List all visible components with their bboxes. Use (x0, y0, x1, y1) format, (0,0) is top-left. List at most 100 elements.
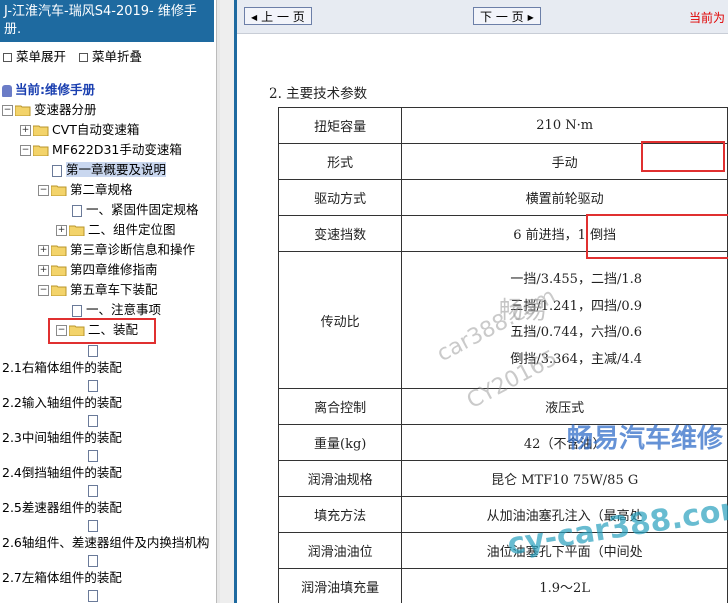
table-row: 润滑油规格 昆仑 MTF10 75W/85 G (277, 460, 728, 497)
document-icon-row[interactable] (88, 481, 102, 499)
param-label: 重量(kg) (277, 424, 403, 461)
param-label: 离合控制 (277, 388, 403, 425)
table-row: 驱动方式 横置前轮驱动 (277, 179, 728, 216)
table-row: 填充方法 从加油油塞孔注入（最高处 (277, 496, 728, 533)
pane-gutter (220, 0, 234, 603)
expand-icon[interactable]: + (38, 265, 49, 276)
param-label: 传动比 (277, 251, 403, 389)
square-bullet-icon (79, 52, 88, 62)
tree-node-s5[interactable]: 2.5差速器组件的装配 (2, 499, 122, 517)
tree-node-s4[interactable]: 2.4倒挡轴组件的装配 (2, 464, 122, 482)
tree-node-chapter4[interactable]: + 第四章维修指南 (38, 261, 158, 279)
current-manual-item[interactable]: 当前:维修手册 (2, 81, 95, 99)
document-icon (88, 519, 98, 532)
document-icon-row[interactable] (88, 586, 102, 603)
menu-expand-link[interactable]: 菜单展开 (0, 49, 66, 64)
param-value: 从加油油塞孔注入（最高处 (401, 496, 728, 533)
tree-node-s1[interactable]: 2.1右箱体组件的装配 (2, 359, 122, 377)
document-icon (88, 449, 98, 462)
document-icon-row[interactable] (88, 516, 102, 534)
tree-node-s2[interactable]: 2.2输入轴组件的装配 (2, 394, 122, 412)
param-value: 昆仑 MTF10 75W/85 G (401, 460, 728, 497)
table-row: 润滑油油位 油位油塞孔下平面（中间处 (277, 532, 728, 569)
param-value: 油位油塞孔下平面（中间处 (401, 532, 728, 569)
folder-icon (69, 225, 85, 236)
param-label: 润滑油填充量 (277, 568, 403, 603)
tree-node-mf622[interactable]: − MF622D31手动变速箱 (20, 141, 182, 159)
param-label: 润滑油规格 (277, 460, 403, 497)
table-row: 传动比 一挡/3.455，二挡/1.8 三挡/1.241，四挡/0.9 五挡/0… (277, 251, 728, 389)
param-value: 液压式 (401, 388, 728, 425)
document-icon-row[interactable] (88, 551, 102, 569)
expand-icon[interactable]: + (38, 245, 49, 256)
table-row: 重量(kg) 42（不含油） (277, 424, 728, 461)
next-page-button[interactable]: 下 一 页 ▶ (473, 7, 541, 25)
expand-icon[interactable]: + (56, 225, 67, 236)
triangle-left-icon: ◀ (251, 13, 258, 22)
folder-open-icon (51, 285, 67, 296)
tree-node-cvt[interactable]: + CVT自动变速箱 (20, 121, 139, 139)
tree-node-fastener-spec[interactable]: 一、紧固件固定规格 (72, 201, 199, 219)
param-label: 扭矩容量 (277, 107, 403, 144)
tree-node-s6[interactable]: 2.6轴组件、差速器组件及内换挡机构 (2, 534, 216, 552)
folder-open-icon (15, 105, 31, 116)
square-bullet-icon (3, 52, 12, 62)
left-pane: J-江淮汽车-瑞风S4-2019- 维修手册. 菜单展开 菜单折叠 当前:维修手… (0, 0, 216, 603)
param-value: 210 N·m (401, 107, 728, 144)
highlight-box-assembly (48, 318, 156, 344)
table-row: 润滑油填充量 1.9～2L (277, 568, 728, 603)
document-icon (88, 344, 98, 357)
document-icon (72, 204, 82, 217)
param-label: 形式 (277, 143, 403, 180)
document-icon (72, 304, 82, 317)
param-value: 1.9～2L (401, 568, 728, 603)
document-icon-row[interactable] (88, 446, 102, 464)
param-label: 润滑油油位 (277, 532, 403, 569)
table-row: 离合控制 液压式 (277, 388, 728, 425)
folder-open-icon (33, 145, 49, 156)
gear-ratio-line: 三挡/1.241，四挡/0.9 (510, 298, 643, 314)
content-pane: ◀ 上 一 页 下 一 页 ▶ 当前为 2. 主要技术参数 扭矩容量 210 N·m … (237, 0, 728, 603)
highlight-box-gears (586, 214, 728, 259)
document-icon (88, 554, 98, 567)
spec-table: 扭矩容量 210 N·m 形式 手动 驱动方式 横置前轮驱动 变速挡数 6 前进挡，1 … (277, 107, 728, 603)
manual-title: J-江淮汽车-瑞风S4-2019- 维修手册. (0, 0, 214, 42)
page-nav-bar: ◀ 上 一 页 下 一 页 ▶ 当前为 (237, 0, 728, 34)
document-icon (88, 589, 98, 602)
expand-icon[interactable]: + (20, 125, 31, 136)
tree-node-s7[interactable]: 2.7左箱体组件的装配 (2, 569, 122, 587)
param-value: 横置前轮驱动 (401, 179, 728, 216)
document-icon-row[interactable] (88, 376, 102, 394)
collapse-icon[interactable]: − (2, 105, 13, 116)
tree-node-precautions[interactable]: 一、注意事项 (72, 301, 161, 319)
collapse-icon[interactable]: − (38, 285, 49, 296)
highlight-box-type (641, 141, 725, 172)
menu-links: 菜单展开 菜单折叠 (0, 46, 148, 65)
folder-icon (51, 265, 67, 276)
folder-icon (33, 125, 49, 136)
document-icon (52, 164, 62, 177)
section-heading: 2. 主要技术参数 (269, 86, 368, 102)
tree-node-chapter1[interactable]: 第一章概要及说明 (52, 161, 167, 179)
tree-node-chapter5[interactable]: − 第五章车下装配 (38, 281, 158, 299)
prev-page-button[interactable]: ◀ 上 一 页 (244, 7, 312, 25)
triangle-right-icon: ▶ (527, 13, 534, 22)
collapse-icon[interactable]: − (20, 145, 31, 156)
param-label: 填充方法 (277, 496, 403, 533)
gear-ratio-line: 倒挡/3.364，主减/4.4 (510, 351, 643, 367)
document-icon-row[interactable] (88, 411, 102, 429)
document-icon (88, 484, 98, 497)
menu-collapse-link[interactable]: 菜单折叠 (76, 49, 142, 64)
tree-node-s3[interactable]: 2.3中间轴组件的装配 (2, 429, 122, 447)
current-page-label: 当前为 (689, 11, 726, 25)
param-label: 变速挡数 (277, 215, 403, 252)
tree-node-transmission[interactable]: − 变速器分册 (2, 101, 97, 119)
document-icon-row[interactable] (88, 341, 102, 359)
tree-node-chapter3[interactable]: + 第三章诊断信息和操作 (38, 241, 195, 259)
document-icon (88, 379, 98, 392)
collapse-icon[interactable]: − (38, 185, 49, 196)
param-value: 42（不含油） (401, 424, 728, 461)
tree-node-component-location[interactable]: + 二、组件定位图 (56, 221, 176, 239)
tree-node-chapter2[interactable]: − 第二章规格 (38, 181, 133, 199)
manual-icon (2, 84, 12, 97)
